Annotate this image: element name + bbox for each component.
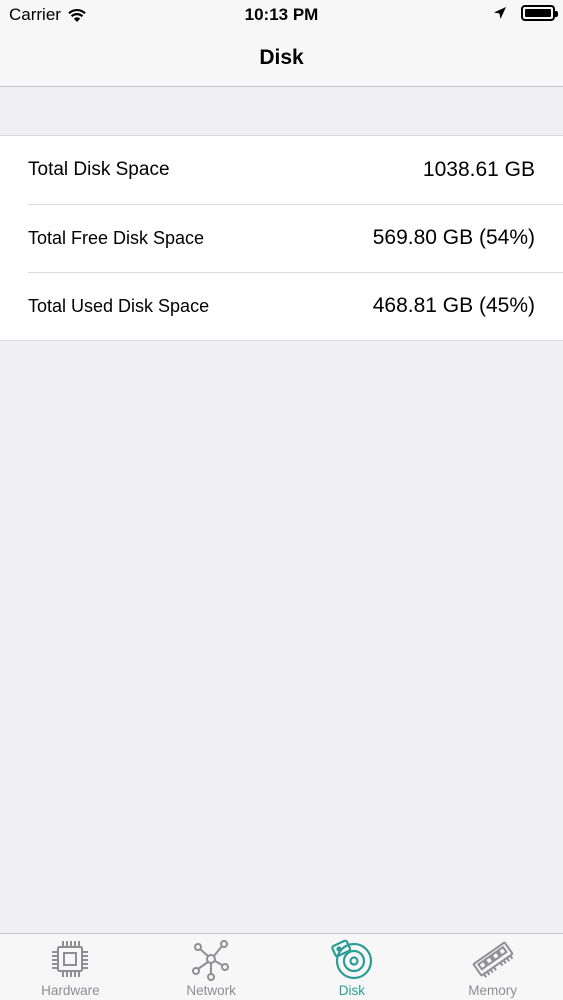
tab-hardware[interactable]: Hardware (0, 934, 141, 1000)
tab-memory[interactable]: Memory (422, 934, 563, 1000)
status-bar: Carrier 10:13 PM (0, 0, 563, 30)
tab-network[interactable]: Network (141, 934, 282, 1000)
chip-icon (52, 941, 89, 977)
row-label-used: Total Used Disk Space (28, 295, 210, 316)
row-value-total: 1038.61 GB (422, 158, 535, 181)
row-label-free: Total Free Disk Space (28, 227, 205, 248)
row-value-free: 569.80 GB (54%) (372, 226, 535, 249)
navigation-bar: Disk (0, 30, 563, 87)
tab-disk[interactable]: Disk (282, 934, 423, 1000)
battery-icon (521, 5, 558, 21)
table-row: Total Disk Space 1038.61 GB (0, 136, 563, 204)
location-arrow-icon (494, 7, 506, 19)
row-value-used: 468.81 GB (45%) (372, 294, 535, 317)
status-time: 10:13 PM (244, 5, 319, 24)
row-label-total: Total Disk Space (28, 159, 170, 180)
disk-info-table: Total Disk Space 1038.61 GB Total Free D… (0, 135, 563, 341)
tab-label-network: Network (186, 983, 236, 998)
tab-label-disk: Disk (338, 983, 365, 998)
page-title: Disk (259, 46, 304, 69)
tab-label-memory: Memory (468, 983, 517, 998)
table-row: Total Free Disk Space 569.80 GB (54%) (0, 204, 563, 272)
tab-bar: Hardware Network Disk Memory (0, 933, 563, 1000)
disk-icon (331, 939, 372, 980)
status-right-group (493, 5, 558, 21)
network-icon (192, 940, 230, 981)
memory-icon (472, 941, 513, 978)
table-row: Total Used Disk Space 468.81 GB (45%) (0, 272, 563, 340)
tab-label-hardware: Hardware (41, 983, 100, 998)
